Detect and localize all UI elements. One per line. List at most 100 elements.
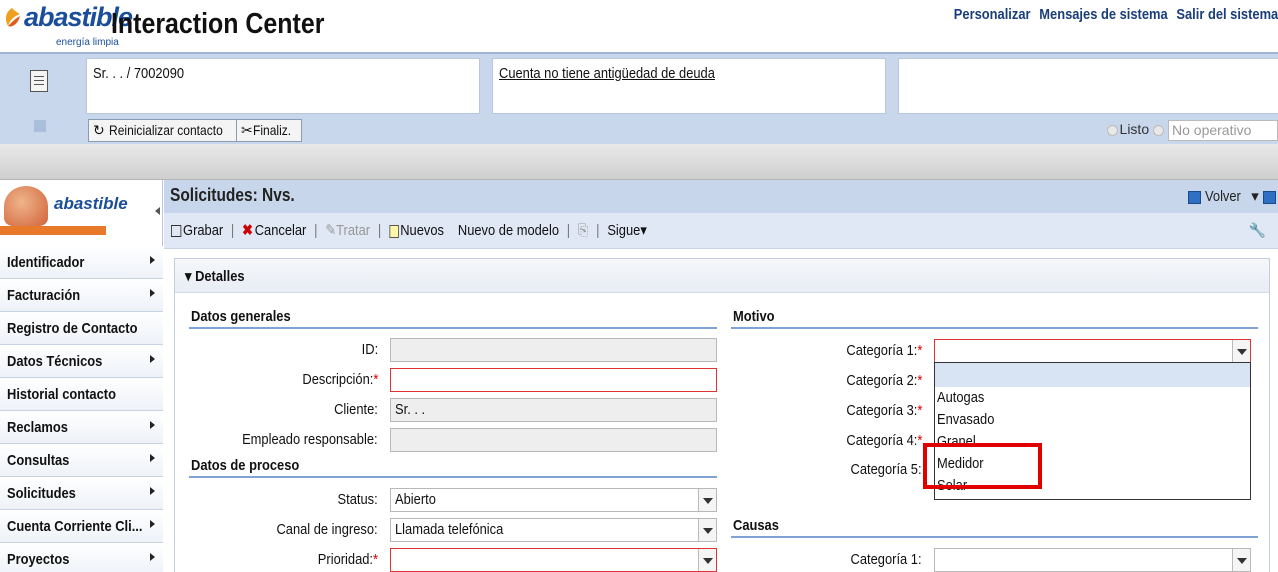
- causas-cat1-label: Categoría 1:: [850, 551, 922, 568]
- empleado-field[interactable]: [390, 428, 717, 452]
- top-links: Personalizar Mensajes de sistema Salir d…: [889, 6, 1278, 23]
- dropdown-option[interactable]: Envasado: [935, 409, 1250, 431]
- close-icon: ✖: [242, 222, 253, 239]
- motivo-cat1-select[interactable]: [934, 339, 1251, 363]
- sigue-button[interactable]: Sigue▾: [607, 221, 646, 239]
- chevron-down-icon[interactable]: [698, 519, 716, 541]
- motivo-cat5-label: Categoría 5:: [850, 461, 922, 478]
- new-document-icon: [389, 224, 399, 238]
- app-header: abastible energía limpia Interaction Cen…: [0, 0, 1278, 52]
- forward-icon[interactable]: [1263, 190, 1276, 204]
- chevron-down-icon[interactable]: [698, 489, 716, 511]
- status-radio[interactable]: [1153, 125, 1164, 136]
- listo-radio[interactable]: [1106, 125, 1118, 136]
- annotation-highlight-box: [923, 443, 1042, 489]
- empleado-label: Empleado responsable:: [242, 431, 378, 448]
- main-title-bar: [164, 180, 1278, 213]
- nav-item-reclamos[interactable]: Reclamos: [0, 411, 163, 444]
- nav-item-facturacion[interactable]: Facturación: [0, 279, 163, 312]
- motivo-cat1-label: Categoría 1:*: [845, 342, 922, 359]
- reset-contact-button[interactable]: ↻ Reinicializar contacto: [88, 119, 246, 142]
- motivo-cat3-label: Categoría 3:*: [845, 402, 922, 419]
- logo-subtitle: energía limpia: [56, 37, 119, 48]
- status-select[interactable]: Abierto: [390, 488, 717, 512]
- collapse-sidebar-icon[interactable]: [155, 207, 160, 215]
- chevron-right-icon: [150, 553, 155, 561]
- tratar-button[interactable]: ✎Tratar: [325, 221, 370, 239]
- nav-item-identificador[interactable]: Identificador: [0, 246, 163, 279]
- extra-info-box: [898, 58, 1278, 114]
- nav-item-datos-tecnicos[interactable]: Datos Técnicos: [0, 345, 163, 378]
- mensajes-link[interactable]: Mensajes de sistema: [1039, 6, 1167, 23]
- debt-link[interactable]: Cuenta no tiene antigüedad de deuda: [499, 65, 715, 82]
- document-icon[interactable]: [30, 70, 48, 92]
- descripcion-input[interactable]: [390, 368, 717, 392]
- datos-proceso-title: Datos de proceso: [191, 457, 300, 474]
- section-divider: [731, 327, 1258, 329]
- detalles-title[interactable]: ▾ Detalles: [185, 267, 254, 285]
- toolbar-items: Grabar | ✖ Cancelar | ✎Tratar | Nuevos Nuevo…: [171, 221, 728, 239]
- chevron-down-icon[interactable]: [1232, 340, 1250, 362]
- nav-list: Identificador Facturación Registro de Co…: [0, 246, 163, 572]
- back-icon: [1188, 190, 1202, 204]
- nav-item-registro-contacto[interactable]: Registro de Contacto: [0, 312, 163, 345]
- detalles-header[interactable]: [175, 259, 1269, 293]
- volver-button[interactable]: Volver ▾: [1188, 187, 1276, 205]
- dropdown-option[interactable]: Autogas: [935, 387, 1250, 409]
- canal-label: Canal de ingreso:: [276, 521, 378, 538]
- chevron-right-icon: [150, 520, 155, 528]
- wrench-icon[interactable]: 🔧: [1249, 222, 1266, 239]
- chevron-down-icon[interactable]: [698, 549, 716, 571]
- descripcion-label: Descripción:*: [301, 371, 378, 388]
- nav-item-historial-contacto[interactable]: Historial contacto: [0, 378, 163, 411]
- nav-item-proyectos[interactable]: Proyectos: [0, 543, 163, 572]
- chevron-right-icon: [150, 421, 155, 429]
- chevron-right-icon: [150, 355, 155, 363]
- status-label: Status:: [337, 491, 378, 508]
- grabar-button[interactable]: Grabar: [171, 222, 223, 239]
- logo-icon: [5, 8, 20, 27]
- chevron-right-icon: [150, 256, 155, 264]
- prioridad-label: Prioridad:*: [317, 551, 378, 568]
- prioridad-select[interactable]: [390, 548, 717, 572]
- debt-info-box: Cuenta no tiene antigüedad de deuda: [492, 58, 886, 114]
- canal-select[interactable]: Llamada telefónica: [390, 518, 717, 542]
- chevron-right-icon: [150, 454, 155, 462]
- chevron-down-icon: ▾: [185, 268, 192, 285]
- nav-item-cuenta-corriente[interactable]: Cuenta Corriente Cli...: [0, 510, 163, 543]
- cancelar-button[interactable]: ✖ Cancelar: [242, 221, 306, 239]
- dropdown-option-blank[interactable]: [935, 363, 1250, 387]
- chevron-down-icon[interactable]: [1232, 549, 1250, 571]
- causas-cat1-select[interactable]: [934, 548, 1251, 572]
- family-photo: [4, 186, 48, 226]
- cliente-field[interactable]: Sr. . .: [390, 398, 717, 422]
- section-divider: [189, 476, 717, 478]
- page-title: Solicitudes: Nvs.: [170, 185, 295, 205]
- cliente-label: Cliente:: [334, 401, 378, 418]
- edit-icon: ✎: [325, 222, 337, 239]
- nav-item-consultas[interactable]: Consultas: [0, 444, 163, 477]
- section-divider: [731, 536, 1258, 538]
- finish-button[interactable]: ✂Finaliz.: [236, 119, 303, 142]
- nuevos-button[interactable]: Nuevos: [389, 222, 444, 239]
- chevron-down-icon: ▾: [1251, 188, 1259, 205]
- nav-item-solicitudes[interactable]: Solicitudes: [0, 477, 163, 510]
- square-icon: [34, 120, 46, 132]
- brand-bar: [0, 226, 106, 235]
- nuevo-modelo-button[interactable]: Nuevo de modelo: [458, 222, 559, 239]
- app-title: Interaction Center: [111, 8, 325, 40]
- status-select[interactable]: No operativo: [1168, 120, 1278, 141]
- sidebar-brand: abastible: [54, 194, 128, 213]
- id-field[interactable]: [390, 338, 717, 362]
- finish-icon: ✂: [241, 122, 253, 138]
- salir-link[interactable]: Salir del sistema: [1176, 6, 1278, 23]
- id-label: ID:: [361, 341, 378, 358]
- section-divider: [189, 327, 717, 329]
- copy-button[interactable]: ⎘: [578, 222, 588, 239]
- copy-icon: ⎘: [577, 222, 589, 239]
- personalizar-link[interactable]: Personalizar: [954, 6, 1031, 23]
- save-icon: [171, 225, 182, 238]
- chevron-down-icon: ▾: [640, 222, 647, 239]
- datos-generales-title: Datos generales: [191, 308, 291, 325]
- contact-name-box: Sr. . . / 7002090: [86, 58, 480, 114]
